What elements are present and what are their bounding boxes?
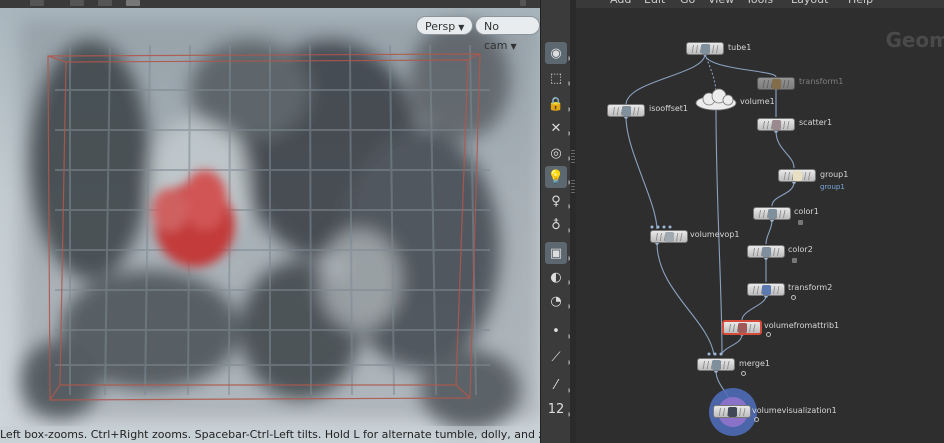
point-icon[interactable]: •▶ — [545, 320, 573, 342]
node-volume1[interactable] — [698, 90, 734, 110]
display-icon-glyph: ▣ — [549, 245, 563, 261]
select-icon[interactable]: ⬚▶ — [545, 67, 573, 89]
node-wires — [624, 52, 796, 436]
node-label-merge1: merge1 — [739, 359, 770, 368]
node-label-isooffset1: isooffset1 — [649, 104, 689, 113]
camera-rig-icon-glyph: ♁ — [551, 217, 561, 233]
node-group1[interactable] — [778, 169, 816, 182]
lock-icon — [792, 258, 797, 263]
lock-icon — [798, 220, 803, 225]
node-transform1[interactable] — [757, 77, 795, 90]
bulb-icon[interactable]: ♀▶ — [545, 190, 573, 212]
point-icon-glyph: • — [552, 323, 560, 339]
node-color1[interactable] — [753, 207, 791, 220]
volume-from-attrib-icon — [738, 323, 747, 333]
node-tube1[interactable] — [686, 42, 724, 55]
snap-icon-glyph: ✕ — [550, 120, 562, 136]
node-label-transform2: transform2 — [788, 283, 833, 292]
node-label-color1: color1 — [794, 207, 819, 216]
viewport-tool-strip: ◉▶ ⬚▶ 🔒▶✕▶ ◎▶💡▶♀▶♁▶ ▣▶◐▶◔▶ •▶ ⟋▶ ⁄▶12▶ — [540, 0, 573, 443]
camera-view-label: Persp — [425, 20, 456, 33]
viewport-toolbar — [0, 0, 540, 8]
brush-icon[interactable]: ⟋▶ — [545, 346, 573, 368]
scatter-icon — [772, 120, 781, 130]
node-volumevisualization1[interactable] — [713, 405, 751, 418]
eye-icon-glyph: ◐ — [550, 269, 562, 285]
network-editor[interactable]: AddEditGoViewToolsLayoutHelp Geom — [576, 0, 944, 443]
pen-icon[interactable]: ⁄▶ — [545, 374, 573, 396]
brush-icon-glyph: ⟋ — [551, 349, 561, 365]
volume-visualization-icon — [728, 407, 737, 417]
render-icon-glyph: ◔ — [550, 293, 562, 309]
handle-toggle-icon[interactable] — [98, 0, 112, 6]
camera-select-menu[interactable]: No cam ▼ — [475, 16, 540, 52]
bulb-icon-glyph: ♀ — [551, 193, 561, 209]
select-mode-icon[interactable] — [126, 0, 140, 6]
camera-view-menu[interactable]: Persp ▼ — [416, 16, 474, 35]
node-isooffset1[interactable] — [607, 104, 645, 117]
display-icon[interactable]: ▣▶ — [545, 242, 573, 264]
divider-grip[interactable] — [571, 180, 575, 194]
merge-icon — [712, 360, 721, 370]
vop-icon — [665, 232, 674, 242]
node-label-color2: color2 — [788, 245, 813, 254]
render-icon[interactable]: ◔▶ — [545, 290, 573, 312]
flag-icon — [741, 371, 746, 376]
options-icon[interactable] — [520, 0, 526, 6]
eye-icon[interactable]: ◐▶ — [545, 266, 573, 288]
color-icon — [762, 247, 771, 257]
ghost-icon-glyph: ◎ — [550, 145, 562, 161]
divider-grip[interactable] — [571, 150, 575, 164]
node-volumevop1[interactable] — [650, 230, 688, 243]
number-icon-glyph: 12 — [547, 401, 565, 417]
snap-icon[interactable]: ✕▶ — [545, 117, 573, 139]
transform-icon — [772, 79, 781, 89]
chevron-down-icon: ▼ — [510, 42, 517, 51]
flag-icon — [791, 295, 796, 300]
lock-icon-glyph: 🔒 — [547, 96, 565, 112]
node-label-transform1: transform1 — [799, 77, 844, 86]
volume-render — [20, 20, 540, 430]
view-icon-glyph: ◉ — [550, 45, 562, 61]
node-label-volumevop1: volumevop1 — [690, 230, 740, 239]
node-label-tube1: tube1 — [728, 43, 752, 52]
light-icon[interactable]: 💡▶ — [545, 166, 573, 188]
group-badge: group1 — [820, 183, 845, 191]
group-icon — [793, 171, 802, 181]
pen-icon-glyph: ⁄ — [554, 377, 558, 393]
snap-toggle-icon[interactable] — [30, 0, 44, 6]
camera-rig-icon[interactable]: ♁▶ — [545, 214, 573, 236]
flag-icon — [754, 417, 759, 422]
transform-icon — [762, 285, 771, 295]
node-merge1[interactable] — [697, 358, 735, 371]
node-label-volumevisualization1: volumevisualization1 — [752, 406, 837, 415]
flag-icon — [766, 332, 771, 337]
node-color2[interactable] — [747, 245, 785, 258]
color-icon — [768, 209, 777, 219]
node-volumefromattrib1[interactable] — [722, 320, 762, 335]
ghost-icon[interactable]: ◎▶ — [545, 142, 573, 164]
lock-icon[interactable]: 🔒▶ — [545, 93, 573, 115]
tube-icon — [701, 44, 710, 54]
display-toggle-icon[interactable] — [70, 0, 84, 6]
chevron-down-icon: ▼ — [458, 23, 465, 32]
node-label-volume1: volume1 — [740, 97, 775, 106]
light-icon-glyph: 💡 — [547, 169, 565, 185]
viewport-status-text: Left box-zooms. Ctrl+Right zooms. Spaceb… — [0, 426, 540, 443]
select-icon-glyph: ⬚ — [549, 70, 563, 86]
isooffset-icon — [622, 106, 631, 116]
view-icon[interactable]: ◉▶ — [545, 42, 573, 64]
scene-viewport[interactable]: Persp ▼ No cam ▼ Left box-zooms. Ctrl+Righ… — [0, 0, 540, 443]
node-scatter1[interactable] — [757, 118, 795, 131]
node-transform2[interactable] — [747, 283, 785, 296]
node-label-volumefromattrib1: volumefromattrib1 — [764, 321, 840, 330]
node-label-group1: group1 — [820, 170, 849, 179]
number-icon[interactable]: 12▶ — [545, 398, 573, 420]
node-label-scatter1: scatter1 — [799, 118, 833, 127]
